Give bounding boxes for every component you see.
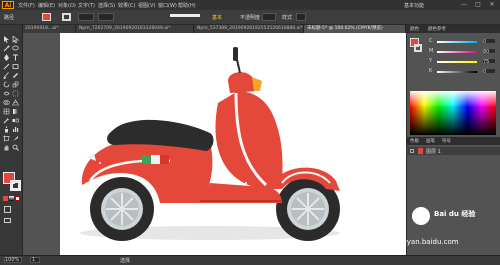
scooter-illustration[interactable]: [60, 33, 406, 256]
blend-tool-icon[interactable]: [12, 117, 19, 124]
doc-tab-1[interactable]: 20190918...ai*: [22, 25, 76, 33]
symbol-sprayer-tool-icon[interactable]: [3, 126, 10, 133]
width-tool-icon[interactable]: [3, 90, 10, 97]
slider-y-value[interactable]: 75: [482, 58, 496, 64]
menu-type[interactable]: 文字(T): [78, 2, 95, 9]
menu-window[interactable]: 窗口(W): [158, 2, 177, 9]
stroke-swatch-large[interactable]: [10, 180, 21, 191]
tab-symbols[interactable]: 符号: [442, 138, 451, 144]
tab-brushes[interactable]: 画笔: [426, 138, 435, 144]
line-tool-icon[interactable]: [3, 63, 10, 70]
fill-color-swatch[interactable]: [42, 13, 51, 21]
rotate-tool-icon[interactable]: [3, 81, 10, 88]
tab-color-guide[interactable]: 颜色参考: [428, 26, 446, 32]
artboard-tool-icon[interactable]: [3, 135, 10, 142]
slider-y-track[interactable]: [437, 61, 477, 63]
eye-icon[interactable]: [410, 149, 414, 153]
style-label: 样式: [282, 15, 293, 21]
slider-m-track[interactable]: [437, 51, 477, 53]
app-logo: Ai: [2, 1, 14, 9]
direct-selection-tool-icon[interactable]: [12, 36, 19, 43]
color-mode-button[interactable]: [3, 196, 8, 201]
graphic-style-field[interactable]: [296, 13, 306, 21]
slider-c-track[interactable]: [437, 41, 477, 43]
rectangle-tool-icon[interactable]: [12, 63, 19, 70]
selection-type-label: 路径: [4, 15, 15, 21]
workspace-switcher[interactable]: 基本功能: [404, 2, 424, 9]
color-panel-tabs: [406, 25, 500, 33]
hand-tool-icon[interactable]: [3, 144, 10, 151]
menu-file[interactable]: 文件(F): [18, 2, 35, 9]
maximize-button[interactable]: □: [472, 1, 484, 9]
layer-name[interactable]: 图层 1: [426, 148, 441, 155]
tab-color[interactable]: 颜色: [410, 26, 419, 32]
minimize-button[interactable]: —: [458, 1, 470, 9]
close-button[interactable]: ✕: [486, 1, 498, 9]
rear-wheel: [90, 177, 154, 241]
variable-width-field[interactable]: [98, 13, 114, 21]
menu-view[interactable]: 视图(V): [138, 2, 155, 9]
slider-y-label: Y: [429, 58, 433, 64]
slider-c-label: C: [429, 38, 433, 44]
slider-k-track[interactable]: [437, 71, 477, 73]
opacity-label: 不透明度: [240, 15, 261, 21]
slider-k-label: K: [429, 68, 433, 74]
slider-m-value[interactable]: 80: [482, 48, 496, 54]
lasso-tool-icon[interactable]: [12, 45, 19, 52]
gradient-mode-button[interactable]: [9, 196, 14, 201]
zoom-value: 100%: [5, 257, 20, 263]
eyedropper-tool-icon[interactable]: [3, 117, 10, 124]
shape-builder-tool-icon[interactable]: [3, 99, 10, 106]
graph-tool-icon[interactable]: [12, 126, 19, 133]
doc-tab-2[interactable]: Npm_7262709_20190920183328049.ai*: [76, 25, 194, 33]
none-mode-button[interactable]: [15, 196, 20, 201]
pencil-tool-icon[interactable]: [12, 72, 19, 79]
menu-select[interactable]: 选择(S): [98, 2, 115, 9]
magic-wand-tool-icon[interactable]: [3, 45, 10, 52]
pen-tool-icon[interactable]: [3, 54, 10, 61]
draw-normal-icon[interactable]: [4, 206, 11, 213]
doc-tab-active[interactable]: 未标题-5* @ 100.02% (CMYK/预览): [304, 25, 406, 33]
gradient-tool-icon[interactable]: [12, 108, 19, 115]
watermark-brand: Bai du 经验: [434, 210, 476, 218]
stroke-color-swatch[interactable]: [62, 13, 71, 21]
opacity-field[interactable]: [262, 13, 276, 21]
swatches-tab-bar: [406, 137, 500, 145]
stroke-weight-field[interactable]: [78, 13, 94, 21]
doc-tab-3[interactable]: Npm_537388_20190920192553526610888.ai*: [194, 25, 304, 33]
baidu-paw-logo: [412, 207, 430, 225]
stroke-style-label: 基本: [212, 15, 223, 21]
menu-help[interactable]: 帮助(H): [178, 2, 196, 9]
brush-stroke-preview[interactable]: [170, 14, 200, 17]
slice-tool-icon[interactable]: [12, 135, 19, 142]
page-value: 1: [32, 257, 36, 263]
layer-color-icon: [418, 148, 423, 154]
panel-stroke-swatch[interactable]: [414, 44, 422, 52]
color-spectrum-highlight: [410, 91, 496, 107]
mesh-tool-icon[interactable]: [3, 108, 10, 115]
type-tool-icon[interactable]: [12, 54, 19, 61]
status-tool-label: 选择: [120, 258, 131, 264]
perspective-grid-tool-icon[interactable]: [12, 99, 19, 106]
menu-edit[interactable]: 编辑(E): [38, 2, 55, 9]
zoom-tool-icon[interactable]: [12, 144, 19, 151]
scale-tool-icon[interactable]: [12, 81, 19, 88]
menu-object[interactable]: 对象(O): [58, 2, 76, 9]
selection-tool-icon[interactable]: [3, 36, 10, 43]
paintbrush-tool-icon[interactable]: [3, 72, 10, 79]
watermark-url: jingyan.baidu.com: [394, 238, 459, 246]
menu-effect[interactable]: 效果(C): [118, 2, 135, 9]
slider-c-value[interactable]: 0: [482, 38, 496, 44]
tab-swatches[interactable]: 色板: [410, 138, 419, 144]
slider-m-label: M: [429, 48, 434, 54]
free-transform-tool-icon[interactable]: [12, 90, 19, 97]
screen-mode-icon[interactable]: [4, 218, 11, 223]
slider-k-value[interactable]: 0: [482, 68, 496, 74]
